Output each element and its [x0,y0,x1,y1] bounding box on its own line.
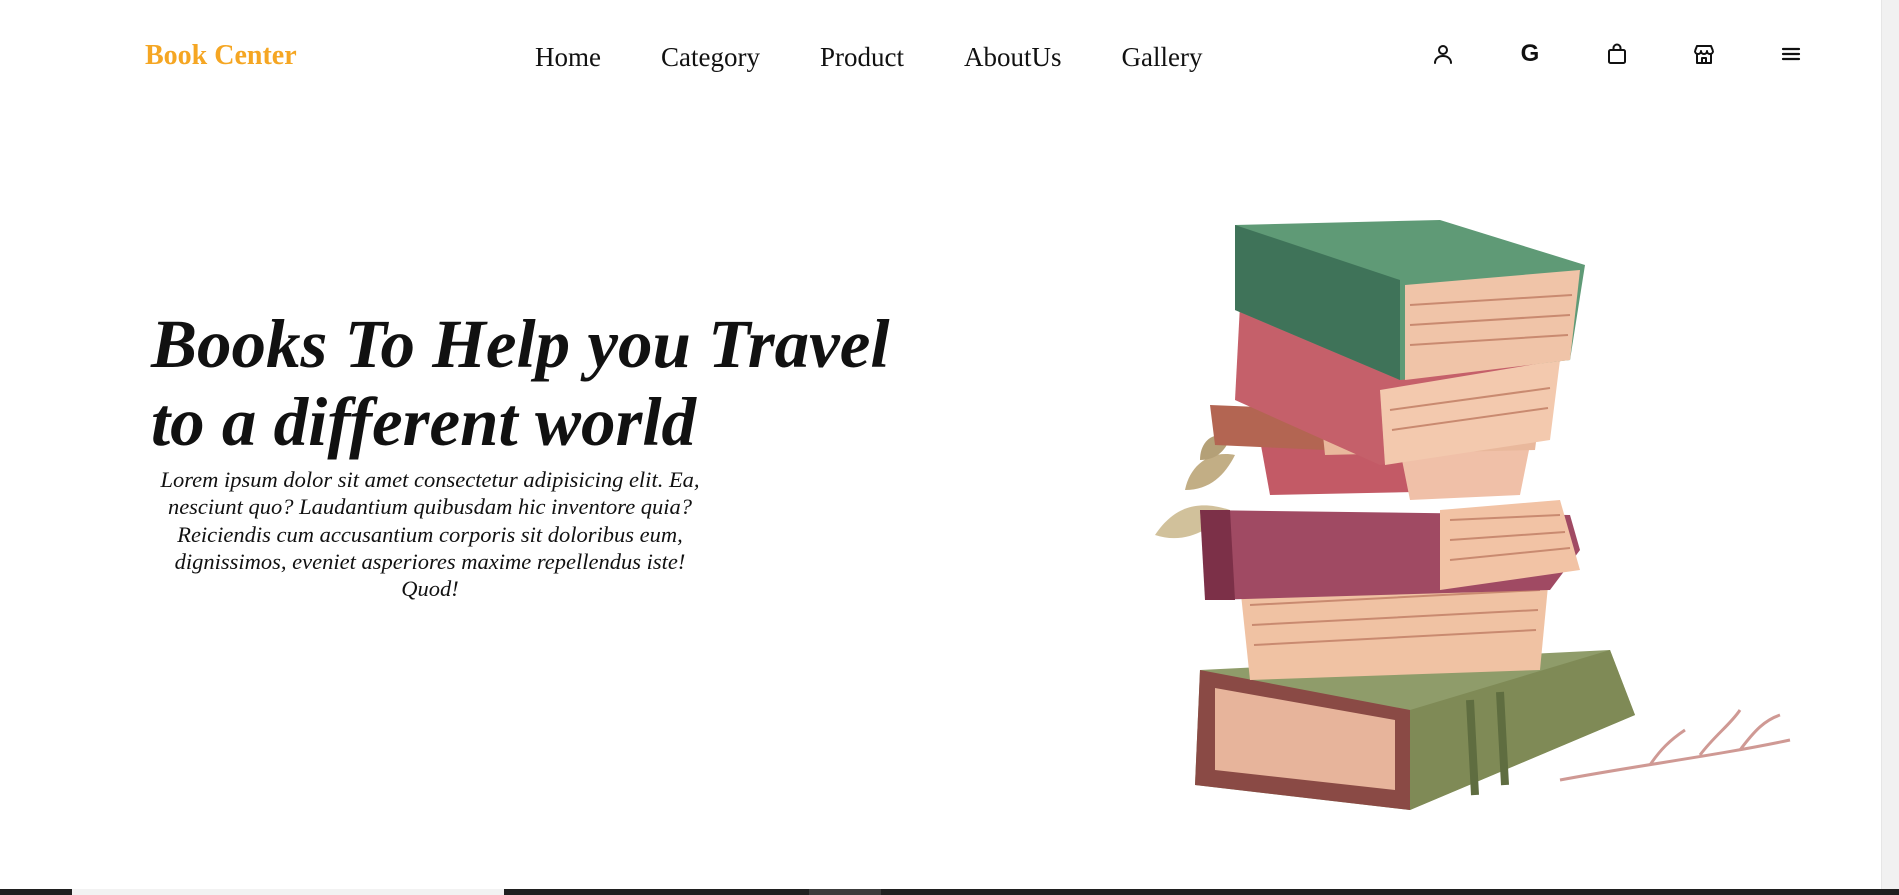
menu-icon[interactable] [1778,41,1804,67]
nav-link-home[interactable]: Home [535,42,601,73]
hero-description: Lorem ipsum dolor sit amet consectetur a… [160,467,700,602]
nav-link-category[interactable]: Category [661,42,760,73]
nav-link-gallery[interactable]: Gallery [1121,42,1202,73]
hero-title-line-2: to a different world [151,384,696,460]
book-magenta-large [1200,500,1580,600]
google-letter: G [1520,40,1540,67]
os-taskbar [0,889,1899,895]
shopping-bag-icon[interactable] [1604,41,1630,67]
page-scrollbar[interactable] [1881,0,1899,889]
taskbar-window-preview[interactable] [72,889,504,895]
brand-logo[interactable]: Book Center [145,40,297,72]
navbar: Book Center Home Category Product AboutU… [0,0,1880,116]
header-icons: G [1430,41,1804,67]
nav-link-product[interactable]: Product [820,42,904,73]
stacked-books-illustration [1155,220,1791,810]
main-nav: Home Category Product AboutUs Gallery [535,42,1202,73]
google-icon[interactable]: G [1517,41,1543,67]
hero-title-line-1: Books To Help you Travel [151,306,890,382]
hero-title: Books To Help you Travel to a different … [151,305,951,461]
user-icon[interactable] [1430,41,1456,67]
nav-link-aboutus[interactable]: AboutUs [964,42,1062,73]
store-icon[interactable] [1691,41,1717,67]
taskbar-active-item[interactable] [809,889,881,895]
